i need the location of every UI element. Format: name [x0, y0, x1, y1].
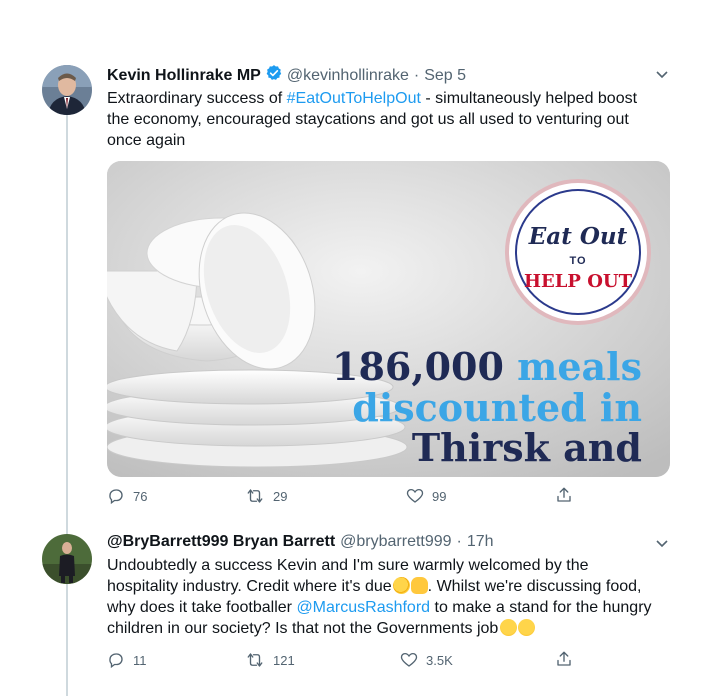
reply-count: 11 [133, 652, 147, 668]
chevron-down-icon[interactable] [654, 66, 670, 85]
retweet-button[interactable]: 29 [245, 487, 287, 505]
eat-out-logo: Eat Out TO HELP OUT [505, 179, 651, 325]
hashtag-link[interactable]: #EatOutToHelpOut [287, 90, 421, 107]
retweet-icon [247, 653, 263, 667]
display-name[interactable]: Kevin Hollinrake MP [107, 67, 261, 85]
logo-line1: Eat Out [528, 223, 628, 250]
thinking-face-emoji [518, 619, 536, 636]
timestamp[interactable]: 17h [467, 533, 494, 551]
thumbs-up-emoji [410, 577, 428, 594]
share-button[interactable] [555, 486, 581, 504]
like-icon [400, 652, 418, 667]
card-line-3: Thirsk and [411, 425, 642, 471]
reply-button[interactable]: 11 [107, 651, 147, 669]
handle[interactable]: @kevinhollinrake [287, 67, 409, 85]
card-word-meals: meals [517, 344, 642, 389]
separator-dot: · [413, 66, 420, 84]
retweet-icon [247, 489, 263, 503]
reply-icon [109, 489, 123, 505]
retweet-count: 29 [273, 488, 288, 504]
handle[interactable]: @brybarrett999 [340, 533, 451, 551]
separator-dot: · [456, 533, 462, 550]
share-icon [557, 651, 571, 666]
card-line-2: discounted in [352, 384, 642, 430]
card-number: 186,000 [332, 344, 504, 389]
avatar[interactable] [42, 65, 92, 115]
verified-badge-icon [265, 64, 283, 87]
tweet-header: @BryBarrett999 Bryan Barrett @brybarrett… [107, 533, 494, 551]
mention-link[interactable]: @MarcusRashford [296, 599, 430, 616]
display-name[interactable]: @BryBarrett999 Bryan Barrett [107, 533, 335, 551]
card-headline: 186,000 meals discounted in Thirsk and [332, 344, 642, 471]
tweet-header: Kevin Hollinrake MP @kevinhollinrake · S… [107, 64, 466, 87]
avatar[interactable] [42, 534, 92, 584]
share-icon [557, 487, 571, 502]
like-button[interactable]: 3.5K [400, 651, 453, 669]
tweet-text-part: Extraordinary success of [107, 90, 287, 107]
tweet-text: Undoubtedly a success Kevin and I'm sure… [107, 555, 663, 639]
like-icon [406, 488, 424, 503]
reply-button[interactable]: 76 [107, 487, 147, 505]
share-button[interactable] [555, 650, 581, 668]
tweet-text: Extraordinary success of #EatOutToHelpOu… [107, 88, 655, 151]
chevron-down-icon[interactable] [654, 535, 670, 554]
thinking-face-emoji [500, 619, 518, 636]
like-button[interactable]: 99 [406, 487, 446, 505]
retweet-button[interactable]: 121 [245, 651, 295, 669]
timestamp[interactable]: Sep 5 [424, 67, 466, 85]
retweet-count: 121 [273, 652, 295, 668]
thread-connector-line [66, 72, 68, 696]
reply-count: 76 [133, 488, 148, 504]
card-line-1: 186,000 meals [332, 344, 642, 389]
clapping-hands-emoji [392, 577, 410, 594]
like-count: 99 [432, 488, 447, 504]
tweet-media-image[interactable]: Eat Out TO HELP OUT 186,000 meals discou… [107, 161, 670, 477]
logo-line2: HELP OUT [524, 271, 632, 292]
reply-icon [109, 653, 123, 669]
logo-to: TO [569, 255, 587, 267]
like-count: 3.5K [426, 652, 453, 668]
